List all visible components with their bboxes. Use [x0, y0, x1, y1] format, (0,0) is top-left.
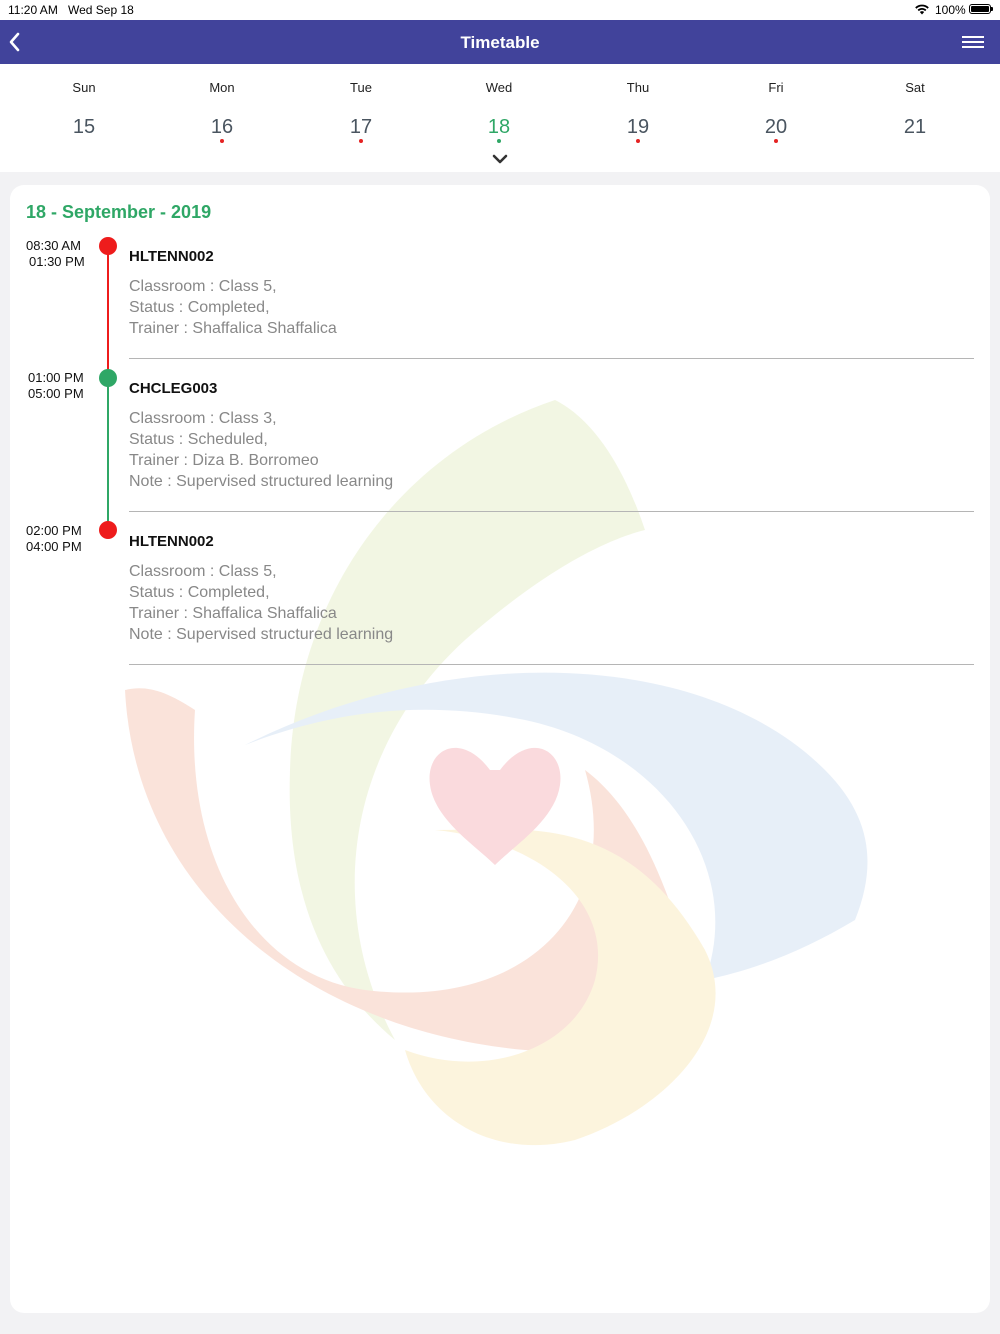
event-end-time: 01:30 PM — [29, 254, 85, 269]
day-name: Tue — [350, 80, 372, 95]
date-heading: 18 - September - 2019 — [26, 202, 212, 222]
week-strip: Sun 15 Mon 16 Tue 17 Wed 18 Thu 19 Fri 2… — [0, 64, 1000, 172]
event-time-range: 08:30 AM 01:30 PM — [26, 238, 85, 270]
day-name: Fri — [768, 80, 784, 95]
day-fri[interactable]: Fri 20 — [707, 64, 845, 164]
status-dot-completed — [99, 521, 117, 539]
day-wed-selected[interactable]: Wed 18 — [430, 64, 568, 164]
event-details: Classroom : Class 3, Status : Scheduled,… — [129, 408, 393, 492]
hamburger-menu-icon[interactable] — [960, 32, 986, 52]
status-dot-completed — [99, 237, 117, 255]
status-time: 11:20 AM — [8, 3, 58, 17]
event-course-code[interactable]: CHCLEG003 — [129, 380, 217, 397]
day-sun[interactable]: Sun 15 — [15, 64, 153, 164]
status-dot-scheduled — [99, 369, 117, 387]
event-course-code[interactable]: HLTENN002 — [129, 248, 214, 265]
timeline-segment — [107, 378, 109, 530]
timetable-card: 18 - September - 2019 08:30 AM 01:30 PM … — [10, 185, 990, 1313]
battery-percent: 100% — [935, 3, 966, 17]
day-number: 20 — [764, 116, 788, 138]
day-thu[interactable]: Thu 19 — [569, 64, 707, 164]
day-number: 19 — [626, 116, 650, 138]
event-dot — [774, 139, 778, 143]
day-sat[interactable]: Sat 21 — [846, 64, 984, 164]
day-name: Mon — [209, 80, 235, 95]
event-course-code[interactable]: HLTENN002 — [129, 533, 214, 550]
divider — [129, 511, 974, 512]
wifi-icon — [915, 4, 929, 15]
day-mon[interactable]: Mon 16 — [153, 64, 291, 164]
event-trainer: Trainer : Shaffalica Shaffalica — [129, 605, 337, 622]
event-status: Status : Scheduled, — [129, 431, 268, 448]
event-classroom: Classroom : Class 5, — [129, 278, 277, 295]
day-name: Sun — [72, 80, 96, 95]
day-number: 17 — [349, 116, 373, 138]
event-details: Classroom : Class 5, Status : Completed,… — [129, 276, 337, 339]
event-dot — [636, 139, 640, 143]
page-title: Timetable — [460, 33, 540, 52]
battery-icon — [969, 4, 993, 14]
event-dot — [497, 139, 501, 143]
event-start-time: 01:00 PM — [28, 370, 84, 385]
event-trainer: Trainer : Shaffalica Shaffalica — [129, 320, 337, 337]
event-dot — [359, 139, 363, 143]
timeline-segment — [107, 246, 109, 377]
event-time-range: 01:00 PM 05:00 PM — [28, 370, 84, 402]
day-name: Thu — [626, 80, 650, 95]
event-status: Status : Completed, — [129, 299, 270, 316]
day-number: 21 — [903, 116, 927, 138]
day-tue[interactable]: Tue 17 — [292, 64, 430, 164]
chevron-down-icon[interactable] — [490, 152, 510, 166]
status-date: Wed Sep 18 — [68, 3, 134, 17]
navigation-bar: Timetable — [0, 20, 1000, 64]
day-number: 15 — [72, 116, 96, 138]
event-time-range: 02:00 PM 04:00 PM — [26, 523, 82, 555]
day-number: 18 — [487, 116, 511, 138]
event-end-time: 04:00 PM — [26, 539, 82, 554]
event-note: Note : Supervised structured learning — [129, 626, 394, 643]
event-classroom: Classroom : Class 5, — [129, 563, 277, 580]
day-number: 16 — [210, 116, 234, 138]
event-status: Status : Completed, — [129, 584, 270, 601]
event-details: Classroom : Class 5, Status : Completed,… — [129, 561, 393, 645]
divider — [129, 664, 974, 665]
event-start-time: 02:00 PM — [26, 523, 82, 538]
event-note: Note : Supervised structured learning — [129, 473, 394, 490]
status-bar: 11:20 AM Wed Sep 18 100% — [0, 0, 1000, 20]
event-start-time: 08:30 AM — [26, 238, 81, 253]
day-name: Wed — [485, 80, 513, 95]
divider — [129, 358, 974, 359]
event-dot — [220, 139, 224, 143]
day-name: Sat — [905, 80, 925, 95]
event-classroom: Classroom : Class 3, — [129, 410, 277, 427]
logo-watermark-icon — [125, 400, 868, 1146]
event-trainer: Trainer : Diza B. Borromeo — [129, 452, 319, 469]
event-end-time: 05:00 PM — [28, 386, 84, 401]
